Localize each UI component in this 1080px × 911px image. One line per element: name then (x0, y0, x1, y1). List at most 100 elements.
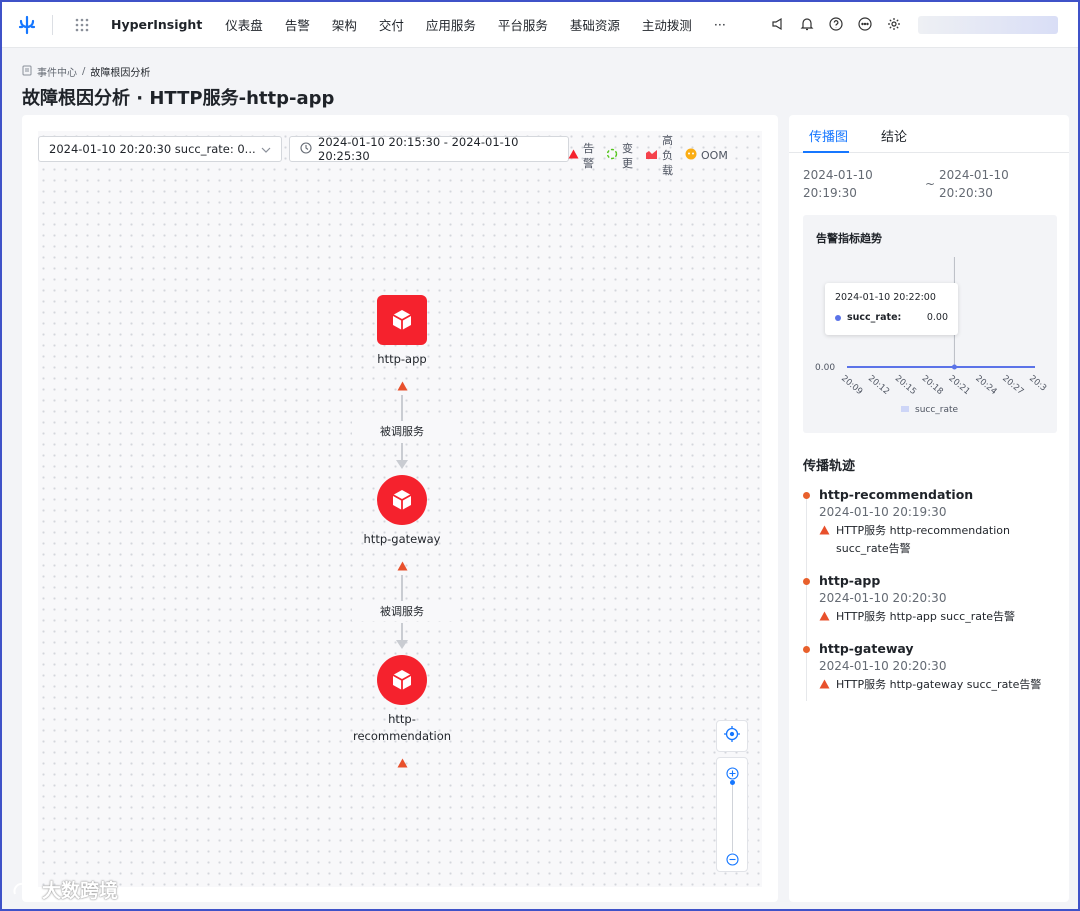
x-tick-label: 20:12 (866, 374, 891, 397)
propagation-timeline: http-recommendation 2024-01-10 20:19:30 … (803, 487, 1063, 709)
nav-infrastructure[interactable]: 基础资源 (570, 15, 620, 34)
user-account-area[interactable] (918, 16, 1058, 34)
zoom-slider-handle[interactable] (730, 780, 735, 785)
range-start: 2024-01-10 20:19:30 (803, 168, 873, 200)
series-dot (835, 314, 841, 321)
refresh-icon (606, 148, 618, 163)
watermark-logo-icon (13, 881, 38, 894)
range-end: 2024-01-10 20:20:30 (939, 168, 1009, 200)
breadcrumb-current: 故障根因分析 (90, 68, 151, 79)
tab-conclusion[interactable]: 结论 (881, 126, 907, 145)
nav-alerts[interactable]: 告警 (285, 15, 310, 34)
legend-label: succ_rate (915, 405, 959, 415)
nav-app-services[interactable]: 应用服务 (426, 15, 476, 34)
timeline-service: http-gateway (819, 641, 914, 656)
oom-icon (685, 148, 697, 163)
brand-name[interactable]: HyperInsight (111, 17, 202, 32)
logo-icon[interactable] (2, 15, 52, 35)
help-icon[interactable] (828, 16, 844, 32)
warning-icon (568, 149, 579, 162)
graph-node-http-gateway[interactable]: http-gateway (342, 475, 462, 575)
megaphone-icon[interactable] (770, 16, 786, 32)
active-tab-indicator (803, 151, 849, 153)
breadcrumb-root[interactable]: 事件中心 (37, 64, 77, 79)
warning-icon (397, 556, 408, 575)
alert-select[interactable]: 2024-01-10 20:20:30 succ_rate: 0... (38, 136, 282, 162)
recenter-button[interactable] (716, 720, 748, 752)
tab-propagation[interactable]: 传播图 (809, 126, 848, 145)
arrow-down-icon (396, 640, 408, 649)
gear-icon[interactable] (886, 16, 902, 32)
nav-more[interactable]: ··· (714, 17, 726, 32)
nav-dashboard[interactable]: 仪表盘 (225, 15, 263, 34)
graph-edge (401, 623, 403, 641)
app-grid-icon[interactable] (53, 18, 111, 32)
crosshair-icon (723, 725, 741, 747)
hover-point (951, 364, 957, 370)
breadcrumb: 事件中心 / 故障根因分析 (22, 64, 150, 79)
warning-icon (397, 376, 408, 395)
warning-icon (397, 753, 408, 772)
zoom-control (716, 757, 748, 872)
timeline-item[interactable]: http-gateway 2024-01-10 20:20:30 HTTP服务 … (803, 641, 1063, 694)
service-cube-icon (377, 655, 427, 705)
legend-change[interactable]: 变更 (606, 141, 635, 171)
propagation-graph-panel: 2024-01-10 20:20:30 succ_rate: 0... 2024… (22, 115, 778, 902)
x-tick-label: 20:3 (1027, 374, 1048, 394)
legend-swatch (901, 406, 909, 412)
warning-icon (819, 525, 830, 535)
timeline-alert: HTTP服务 http-app succ_rate告警 (836, 610, 1016, 623)
service-cube-icon (377, 475, 427, 525)
timeline-alert: HTTP服务 http-recommendation succ_rate告警 (836, 524, 1010, 555)
timeline-dot (803, 492, 810, 499)
chart-tooltip: 2024-01-10 20:22:00 succ_rate: 0.00 (825, 283, 958, 335)
time-range-picker[interactable]: 2024-01-10 20:15:30 - 2024-01-10 20:25:3… (289, 135, 569, 163)
warning-icon (819, 611, 830, 621)
node-label: http-app (377, 352, 427, 366)
x-tick-label: 20:27 (1000, 374, 1025, 397)
timeline-time: 2024-01-10 20:19:30 (819, 505, 947, 519)
zoom-out-icon[interactable] (726, 851, 739, 870)
timeline-dot (803, 578, 810, 585)
edge-label: 被调服务 (352, 601, 452, 621)
chat-icon[interactable] (857, 16, 873, 32)
chart-icon (645, 149, 658, 163)
legend-alert-label: 告警 (583, 141, 594, 170)
legend-high-load[interactable]: 高负载 (645, 133, 675, 178)
arrow-down-icon (396, 460, 408, 469)
zoom-slider-track[interactable] (732, 782, 733, 852)
chevron-down-icon (261, 142, 271, 156)
tooltip-series: succ_rate: (847, 312, 902, 323)
node-label: http- recommendation (352, 712, 452, 743)
timeline-item[interactable]: http-app 2024-01-10 20:20:30 HTTP服务 http… (803, 573, 1063, 626)
legend-oom[interactable]: OOM (685, 148, 728, 163)
nav-delivery[interactable]: 交付 (379, 15, 404, 34)
side-panel: 传播图 结论 2024-01-10 20:19:30 ~ 2024-01-10 … (789, 115, 1069, 902)
nav-active-probing[interactable]: 主动拨测 (642, 15, 692, 34)
tooltip-value: 0.00 (926, 312, 948, 323)
timeline-service: http-recommendation (819, 487, 974, 502)
graph-node-http-app[interactable]: http-app (342, 295, 462, 395)
timeline-service: http-app (819, 573, 881, 588)
tooltip-time: 2024-01-10 20:22:00 (835, 292, 936, 303)
timeline-item[interactable]: http-recommendation 2024-01-10 20:19:30 … (803, 487, 1063, 558)
x-tick-label: 20:21 (947, 374, 972, 397)
edge-label: 被调服务 (352, 421, 452, 441)
timeline-dot (803, 646, 810, 653)
y-tick-label: 0.00 (815, 363, 835, 373)
legend-alert[interactable]: 告警 (568, 141, 596, 171)
graph-edge (401, 443, 403, 461)
graph-legend: 告警 变更 高负载 OOM (568, 133, 738, 178)
page-title: 故障根因分析 · HTTP服务-http-app (22, 88, 335, 109)
document-icon (22, 65, 32, 79)
graph-node-http-recommendation[interactable]: http- recommendation (342, 655, 462, 772)
breadcrumb-separator: / (82, 66, 86, 77)
legend-high-load-label: 高负载 (662, 134, 673, 177)
top-navigation-bar: HyperInsight 仪表盘 告警 架构 交付 应用服务 平台服务 基础资源… (2, 2, 1078, 48)
nav-platform-services[interactable]: 平台服务 (498, 15, 548, 34)
nav-architecture[interactable]: 架构 (332, 15, 357, 34)
watermark-text: 大数跨境 (42, 880, 119, 902)
bell-icon[interactable] (799, 16, 815, 32)
x-tick-label: 20:18 (920, 374, 945, 397)
x-tick-label: 20:09 (839, 374, 864, 397)
